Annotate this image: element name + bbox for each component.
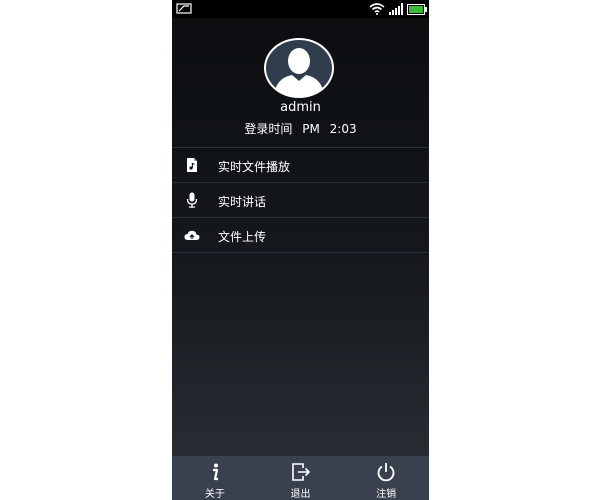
- login-time-value: 2:03: [329, 122, 357, 136]
- exit-label: 退出: [290, 489, 311, 500]
- wifi-icon: [369, 3, 385, 15]
- avatar-icon[interactable]: [263, 37, 335, 99]
- logout-label: 注销: [376, 489, 397, 500]
- login-time-ampm: PM: [302, 122, 320, 136]
- status-bar: [172, 0, 429, 18]
- side-menu: 实时文件播放 实时讲话 文件上传: [172, 147, 429, 253]
- menu-item-label: 实时文件播放: [218, 160, 291, 174]
- login-time: 登录时间 PM 2:03: [172, 120, 429, 137]
- menu-item-label: 文件上传: [218, 230, 267, 244]
- file-music-icon: [187, 158, 197, 172]
- menu-item-realtime-file-play[interactable]: 实时文件播放: [172, 148, 429, 183]
- logout-button[interactable]: 注销: [343, 456, 429, 500]
- battery-icon: [407, 3, 427, 15]
- notification-icon: [176, 3, 192, 14]
- status-icons: [369, 2, 427, 16]
- about-label: 关于: [204, 489, 225, 500]
- about-button[interactable]: 关于: [172, 456, 258, 500]
- login-time-label: 登录时间: [244, 122, 293, 136]
- menu-item-file-upload[interactable]: 文件上传: [172, 218, 429, 253]
- bottom-toolbar: 关于 退出 注销: [172, 456, 429, 500]
- phone-screen: admin 登录时间 PM 2:03 实时文件播放 实时讲话 文件上传 关于 退…: [172, 0, 429, 500]
- cloud-upload-icon: [184, 230, 200, 240]
- power-icon: [377, 463, 395, 482]
- microphone-icon: [186, 192, 198, 208]
- info-icon: [212, 463, 218, 481]
- menu-item-label: 实时讲话: [218, 195, 267, 209]
- username: admin: [280, 100, 321, 115]
- signal-icon: [389, 3, 403, 15]
- exit-button[interactable]: 退出: [258, 456, 344, 500]
- exit-icon: [291, 463, 310, 481]
- menu-item-realtime-talk[interactable]: 实时讲话: [172, 183, 429, 218]
